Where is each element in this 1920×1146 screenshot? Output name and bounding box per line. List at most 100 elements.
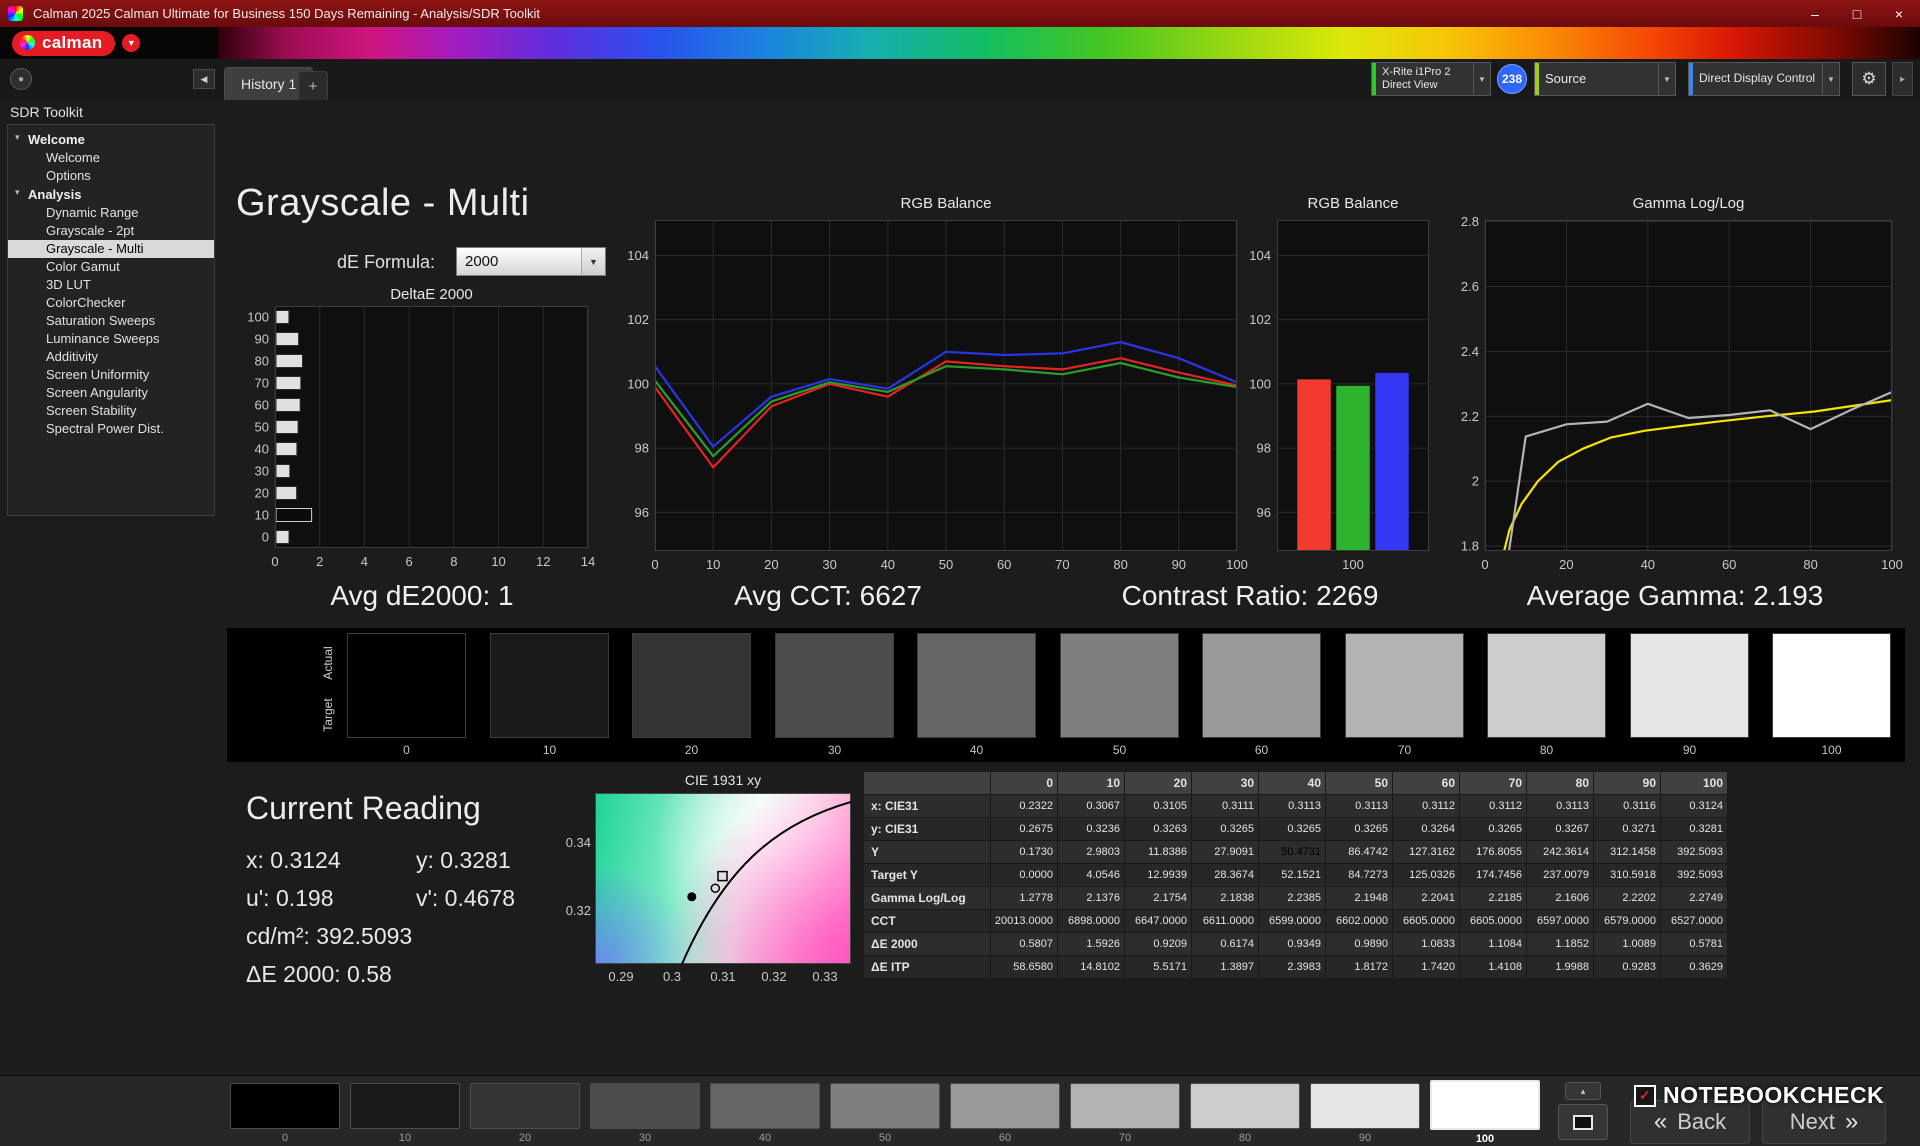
reading-value: cd/m²: 392.5093 (246, 923, 416, 950)
measured-marker (718, 872, 727, 881)
svg-text:6: 6 (406, 554, 413, 569)
tree-section-analysis[interactable]: ▾Analysis (8, 185, 214, 204)
pattern-cell-0: 0 (230, 1076, 340, 1144)
rgb-balance-line-chart: RGB Balance01020304050607080901001041021… (618, 192, 1263, 582)
svg-text:0: 0 (262, 530, 269, 545)
sidebar-item-dynamic-range[interactable]: Dynamic Range (8, 204, 214, 222)
reading-row: cd/m²: 392.5093 (246, 923, 586, 950)
sidebar-item-options[interactable]: Options (8, 167, 214, 185)
display-control-dropdown[interactable]: Direct Display Control ▼ (1688, 62, 1840, 96)
reading-value: ΔE 2000: 0.58 (246, 961, 416, 988)
pattern-level-label: 80 (1190, 1132, 1300, 1144)
minimize-button[interactable]: – (1794, 0, 1836, 27)
pattern-level-label: 100 (1430, 1133, 1540, 1145)
window-controls: – □ × (1794, 0, 1920, 27)
pattern-window-icon (1573, 1115, 1593, 1130)
close-button[interactable]: × (1878, 0, 1920, 27)
table-cell: 2.3983 (1259, 956, 1326, 979)
settings-gear-button[interactable]: ⚙ (1852, 62, 1886, 96)
tree-section-welcome[interactable]: ▾Welcome (8, 130, 214, 149)
display-control-label: Direct Display Control (1689, 72, 1815, 86)
de-formula-select[interactable]: 2000 ▼ (456, 247, 606, 276)
cie-x-tick: 0.33 (805, 969, 845, 984)
pattern-level-60-button[interactable] (950, 1083, 1060, 1129)
grayscale-swatch-40: 40 (917, 633, 1036, 757)
pattern-level-30-button[interactable] (590, 1083, 700, 1129)
pattern-level-80-button[interactable] (1190, 1083, 1300, 1129)
pattern-level-100-button[interactable] (1430, 1080, 1540, 1130)
session-menu-button[interactable]: ● (10, 68, 32, 90)
grayscale-swatch-10: 10 (490, 633, 609, 757)
pattern-level-label: 10 (350, 1132, 460, 1144)
pattern-level-label: 90 (1310, 1132, 1420, 1144)
pattern-level-label: 50 (830, 1132, 940, 1144)
pattern-level-40-button[interactable] (710, 1083, 820, 1129)
reading-row: x: 0.3124y: 0.3281 (246, 847, 586, 874)
sidebar-item-screen-stability[interactable]: Screen Stability (8, 402, 214, 420)
pattern-level-20-button[interactable] (470, 1083, 580, 1129)
svg-text:60: 60 (1722, 557, 1736, 572)
cie-chart-title: CIE 1931 xy (578, 772, 868, 788)
sidebar-item-grayscale-multi[interactable]: Grayscale - Multi (8, 240, 214, 258)
swatch-level-label: 80 (1487, 743, 1606, 757)
svg-text:100: 100 (1249, 376, 1271, 391)
pattern-level-70-button[interactable] (1070, 1083, 1180, 1129)
pattern-level-10-button[interactable] (350, 1083, 460, 1129)
sidebar-item-grayscale-2pt[interactable]: Grayscale - 2pt (8, 222, 214, 240)
sidebar-collapse-button[interactable]: ◀ (193, 69, 215, 89)
pattern-level-50-button[interactable] (830, 1083, 940, 1129)
svg-text:40: 40 (255, 442, 269, 457)
swatch-level-label: 20 (632, 743, 751, 757)
sidebar-item-colorchecker[interactable]: ColorChecker (8, 294, 214, 312)
table-cell: 6647.0000 (1125, 910, 1192, 933)
window-title: Calman 2025 Calman Ultimate for Business… (33, 6, 540, 21)
table-cell: 0.3263 (1125, 818, 1192, 841)
advanced-toggle-button[interactable]: ▸ (1892, 62, 1913, 96)
svg-text:96: 96 (1257, 505, 1271, 520)
table-cell: 392.5093 (1661, 864, 1728, 887)
table-cell: 12.9939 (1125, 864, 1192, 887)
pattern-window-button[interactable] (1558, 1104, 1608, 1140)
sidebar-item-screen-angularity[interactable]: Screen Angularity (8, 384, 214, 402)
sidebar-item-saturation-sweeps[interactable]: Saturation Sweeps (8, 312, 214, 330)
pattern-level-0-button[interactable] (230, 1083, 340, 1129)
add-tab-button[interactable]: + (298, 71, 328, 100)
svg-text:98: 98 (1257, 441, 1271, 456)
deltae-chart: DeltaE 200002468101214100908070605040302… (239, 286, 619, 592)
chevron-right-icon: » (1845, 1108, 1858, 1136)
sidebar-item-color-gamut[interactable]: Color Gamut (8, 258, 214, 276)
table-cell: 0.1730 (991, 841, 1058, 864)
sidebar-item-3d-lut[interactable]: 3D LUT (8, 276, 214, 294)
sidebar-item-screen-uniformity[interactable]: Screen Uniformity (8, 366, 214, 384)
maximize-button[interactable]: □ (1836, 0, 1878, 27)
table-cell: 312.1458 (1594, 841, 1661, 864)
meter-dropdown[interactable]: X-Rite i1Pro 2 Direct View ▼ (1371, 62, 1491, 96)
calman-logo-menu[interactable]: calman ▼ (0, 27, 218, 59)
table-row-x-cie31: x: CIE310.23220.30670.31050.31110.31130.… (864, 795, 1728, 818)
sidebar-item-welcome[interactable]: Welcome (8, 149, 214, 167)
average-gamma-stat: Average Gamma: 2.193 (1515, 580, 1835, 612)
svg-text:10: 10 (491, 554, 505, 569)
table-column-header: 60 (1393, 772, 1460, 795)
swatch-level-label: 90 (1630, 743, 1749, 757)
sidebar-item-spectral-power-dist[interactable]: Spectral Power Dist. (8, 420, 214, 438)
pattern-level-90-button[interactable] (1310, 1083, 1420, 1129)
pattern-cell-10: 10 (350, 1076, 460, 1144)
table-cell: 0.3124 (1661, 795, 1728, 818)
table-cell: 2.2185 (1460, 887, 1527, 910)
svg-text:DeltaE 2000: DeltaE 2000 (390, 286, 473, 303)
deltae-chart-svg: DeltaE 200002468101214100908070605040302… (239, 286, 619, 592)
meter-count-badge: 238 (1497, 64, 1527, 94)
source-dropdown[interactable]: Source ▼ (1534, 62, 1676, 96)
pattern-popup-button[interactable]: ▴ (1565, 1082, 1601, 1100)
svg-text:2.6: 2.6 (1461, 279, 1479, 294)
table-cell: 0.3111 (1192, 795, 1259, 818)
table-cell: 2.1606 (1527, 887, 1594, 910)
table-cell: 1.5926 (1058, 933, 1125, 956)
sidebar-item-additivity[interactable]: Additivity (8, 348, 214, 366)
table-cell: 127.3162 (1393, 841, 1460, 864)
sidebar-item-luminance-sweeps[interactable]: Luminance Sweeps (8, 330, 214, 348)
svg-text:90: 90 (255, 332, 269, 347)
table-column-header: 80 (1527, 772, 1594, 795)
swatch-level-label: 50 (1060, 743, 1179, 757)
